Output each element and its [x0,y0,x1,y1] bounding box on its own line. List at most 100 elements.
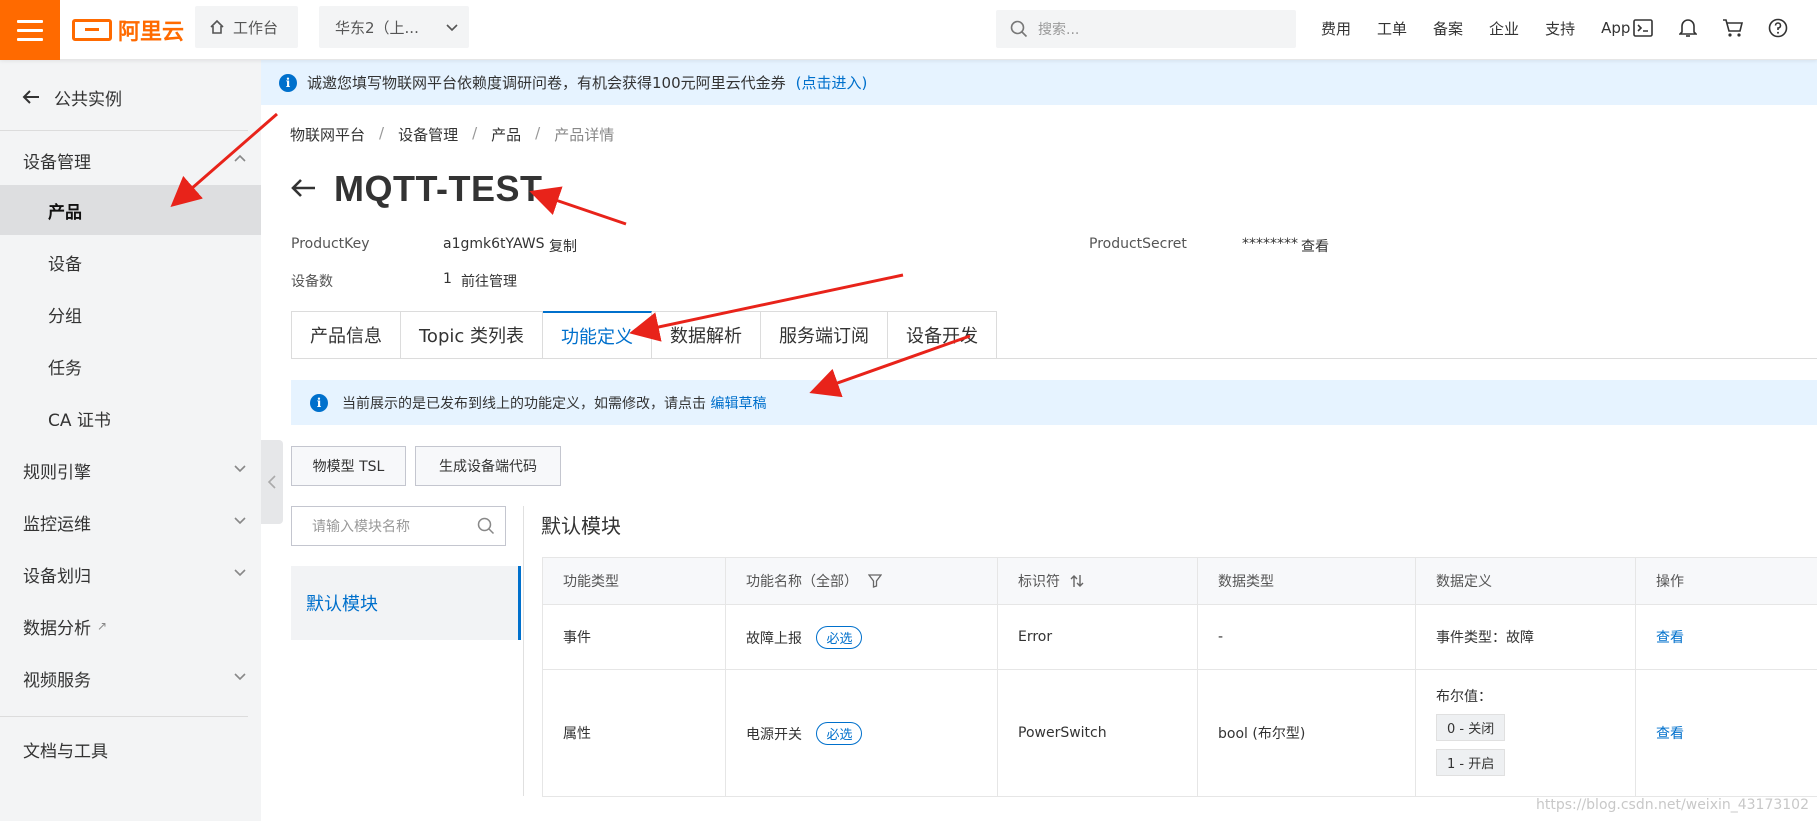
product-tabs: 产品信息 Topic 类列表 功能定义 数据解析 服务端订阅 设备开发 [291,311,997,359]
cell-action: 查看 [1635,604,1817,670]
terminal-icon[interactable] [1632,17,1654,39]
function-name: 故障上报 [746,630,802,647]
table-row: 事件 故障上报 必选 Error - 事件类型：故障 查看 [542,604,1817,670]
device-count-label: 设备数 [291,274,333,290]
nav-link-enterprise[interactable]: 企业 [1476,18,1532,39]
chevron-down-icon [234,465,246,473]
table-row: 属性 电源开关 必选 PowerSwitch bool (布尔型) 布尔值： 0… [542,669,1817,797]
module-search-input[interactable]: 请输入模块名称 [291,506,506,546]
sidebar-item-data-analysis[interactable]: 数据分析 ↗ [0,601,261,651]
global-search-input[interactable]: 搜索... [996,10,1296,48]
sort-icon[interactable] [1070,574,1084,588]
watermark: https://blog.csdn.net/weixin_43173102 [1535,797,1809,813]
filter-icon[interactable] [868,574,883,588]
sidebar-item-ca-certificate[interactable]: CA 证书 [0,393,261,443]
bell-icon[interactable] [1677,17,1699,39]
tab-server-subscription[interactable]: 服务端订阅 [761,311,888,359]
sidebar-item-device[interactable]: 设备 [0,237,261,287]
top-nav-links: 费用 工单 备案 企业 支持 App [1308,0,1643,56]
cell-type: 属性 [542,669,726,797]
help-icon[interactable] [1767,17,1789,39]
sidebar-group-video-service[interactable]: 视频服务 [0,653,261,703]
home-icon [210,19,224,34]
external-link-icon: ↗ [97,619,108,633]
copy-link[interactable]: 复制 [549,236,577,256]
nav-link-support[interactable]: 支持 [1532,18,1588,39]
module-title: 默认模块 [541,514,621,538]
tsl-button[interactable]: 物模型 TSL [291,446,406,486]
chevron-down-icon [446,24,458,32]
sidebar-group-rules-engine[interactable]: 规则引擎 [0,445,261,495]
sidebar-item-docs-tools[interactable]: 文档与工具 [0,724,261,774]
module-list-item-default[interactable]: 默认模块 [291,566,521,640]
sidebar-item-label: 设备 [48,254,82,275]
tab-function-definition[interactable]: 功能定义 [543,311,652,359]
module-panel-divider [523,506,524,796]
sidebar-item-label: CA 证书 [48,410,111,431]
view-link[interactable]: 查看 [1656,726,1684,742]
sidebar-group-label: 规则引擎 [23,462,91,483]
manage-devices-link[interactable]: 前往管理 [461,271,517,291]
cell-data-type: bool (布尔型) [1197,669,1416,797]
cell-type: 事件 [542,604,726,670]
sidebar-back-button[interactable]: 公共实例 [0,72,261,122]
cell-definition: 事件类型：故障 [1415,604,1636,670]
column-header-label: 数据定义 [1436,574,1492,590]
arrow-left-icon [22,90,39,104]
tab-device-development[interactable]: 设备开发 [888,311,997,359]
tab-product-info[interactable]: 产品信息 [291,311,401,359]
device-count-value: 1 [443,271,452,287]
sidebar-item-group[interactable]: 分组 [0,289,261,339]
aliyun-logo[interactable]: 阿里云 [72,12,184,48]
left-sidebar: 公共实例 设备管理 产品 设备 分组 任务 CA 证书 规则引擎 监控运维 设备… [0,60,261,821]
notice-link[interactable]: (点击进入) [796,72,868,93]
sidebar-back-label: 公共实例 [54,89,122,110]
sidebar-divider [0,130,248,131]
hamburger-menu-button[interactable] [0,0,60,60]
workbench-button[interactable]: 工作台 [195,6,298,48]
nav-link-icp[interactable]: 备案 [1420,18,1476,39]
tab-topic-list[interactable]: Topic 类列表 [401,311,543,359]
table-header-row: 功能类型 功能名称（全部） 标识符 数据类型 数据定义 操作 [542,557,1817,605]
nav-link-fees[interactable]: 费用 [1308,18,1364,39]
bool-value-tag: 1 - 开启 [1436,749,1506,776]
region-label: 华东2（上... [335,18,419,37]
column-header-label: 操作 [1656,574,1684,590]
workbench-label: 工作台 [233,18,279,37]
info-text: 当前展示的是已发布到线上的功能定义，如需修改，请点击 编辑草稿 [342,393,766,413]
breadcrumb-current: 产品详情 [554,126,615,144]
logo-mark [72,19,112,41]
function-table: 功能类型 功能名称（全部） 标识符 数据类型 数据定义 操作 事件 故障上报 必… [542,557,1817,797]
view-secret-link[interactable]: 查看 [1301,236,1329,256]
column-header: 操作 [1635,557,1817,605]
sidebar-item-task[interactable]: 任务 [0,341,261,391]
breadcrumb: 物联网平台 / 设备管理 / 产品 / 产品详情 [290,124,614,145]
column-header-label: 标识符 [1018,574,1060,590]
back-arrow-icon[interactable] [290,173,316,206]
required-badge: 必选 [816,721,863,745]
sidebar-item-product[interactable]: 产品 [0,185,261,235]
breadcrumb-item[interactable]: 物联网平台 [290,124,365,145]
nav-link-tickets[interactable]: 工单 [1364,18,1420,39]
sidebar-collapse-handle[interactable] [261,440,283,524]
edit-draft-link[interactable]: 编辑草稿 [710,396,766,412]
sidebar-group-monitoring[interactable]: 监控运维 [0,497,261,547]
region-selector[interactable]: 华东2（上... [319,6,469,48]
sidebar-group-device-assignment[interactable]: 设备划归 [0,549,261,599]
function-name: 电源开关 [746,726,802,743]
tab-data-parsing[interactable]: 数据解析 [652,311,761,359]
generate-device-code-button[interactable]: 生成设备端代码 [415,446,561,486]
sidebar-item-label: 文档与工具 [23,741,108,762]
sidebar-group-device-management[interactable]: 设备管理 [0,135,261,185]
bool-value-tag: 0 - 关闭 [1436,714,1506,741]
cell-name: 电源开关 必选 [725,669,998,797]
page-title: MQTT-TEST [334,168,543,209]
cart-icon[interactable] [1722,17,1744,39]
breadcrumb-item[interactable]: 设备管理 [398,124,458,145]
breadcrumb-separator: / [535,124,541,142]
view-link[interactable]: 查看 [1656,630,1684,646]
breadcrumb-item[interactable]: 产品 [491,124,521,145]
sidebar-divider [0,716,248,717]
search-icon [477,517,495,535]
column-header: 数据定义 [1415,557,1636,605]
